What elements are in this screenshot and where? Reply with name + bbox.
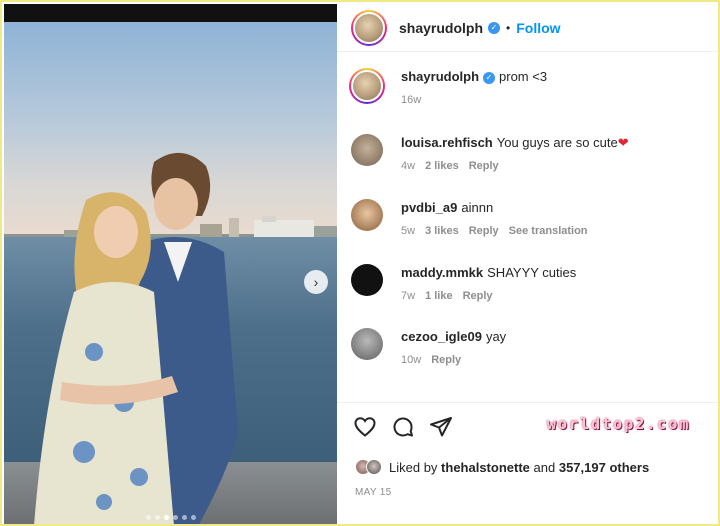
- carousel-dot: [172, 515, 178, 520]
- reply-button[interactable]: Reply: [431, 354, 461, 366]
- comment-row: maddy.mmkk SHAYYY cuties 7w 1 like Reply: [351, 264, 576, 302]
- comment-username[interactable]: cezoo_igle09: [401, 329, 482, 344]
- carousel-dot: [190, 515, 196, 520]
- comment-age[interactable]: 5w: [401, 225, 415, 237]
- comment-meta: 4w 2 likes Reply: [401, 160, 629, 172]
- comment-body: SHAYYY cuties: [487, 265, 577, 280]
- paper-plane-icon[interactable]: [429, 415, 453, 439]
- comment-username[interactable]: maddy.mmkk: [401, 265, 483, 280]
- comment-avatar[interactable]: [351, 264, 383, 296]
- comment-text: pvdbi_a9 ainnn: [401, 199, 588, 217]
- post-detail-panel: shayrudolph ✓ • Follow shayrudolph ✓ prom …: [337, 4, 718, 524]
- caption-avatar[interactable]: [349, 68, 385, 104]
- comment-text: maddy.mmkk SHAYYY cuties: [401, 264, 576, 282]
- comment-body: ainnn: [461, 200, 494, 215]
- comment-avatar[interactable]: [351, 134, 383, 166]
- comment-body: yay: [485, 329, 507, 344]
- comment-meta: 7w 1 like Reply: [401, 290, 576, 302]
- heart-outline-icon[interactable]: [353, 415, 377, 439]
- likes-text: Liked by thehalstonette and 357,197 othe…: [389, 460, 649, 475]
- comments-list[interactable]: shayrudolph ✓ prom <3 16w louisa.rehfisch Y…: [337, 56, 718, 398]
- watermark-logo: worldtop2.com: [547, 415, 691, 433]
- dot-separator: •: [506, 20, 511, 35]
- author-avatar[interactable]: [351, 9, 387, 46]
- post-photo[interactable]: ›: [4, 4, 337, 524]
- comment-text: cezoo_igle09 yay: [401, 328, 506, 346]
- caption-meta: 16w: [401, 94, 547, 106]
- screenshot-frame: › shayrudolph ✓ • Follow shayrudolph ✓ pro…: [0, 0, 720, 526]
- caption-row: shayrudolph ✓ prom <3 16w: [349, 68, 547, 106]
- comment-body: You guys are so cute: [496, 135, 618, 150]
- likes-connector: and: [533, 459, 556, 475]
- author-username[interactable]: shayrudolph: [399, 20, 483, 36]
- comment-row: cezoo_igle09 yay 10w Reply: [351, 328, 506, 366]
- post-header: shayrudolph ✓ • Follow: [337, 4, 718, 52]
- comment-username[interactable]: louisa.rehfisch: [401, 135, 493, 150]
- liker-avatar: [366, 459, 382, 475]
- comment-age[interactable]: 10w: [401, 354, 421, 366]
- photo-scene: [4, 22, 337, 524]
- comment-meta: 5w 3 likes Reply See translation: [401, 225, 588, 237]
- see-translation-button[interactable]: See translation: [509, 225, 588, 237]
- couple-figures: [34, 152, 238, 524]
- photo-top-bar: [4, 4, 337, 22]
- comment-likes[interactable]: 3 likes: [425, 225, 459, 237]
- comment-meta: 10w Reply: [401, 354, 506, 366]
- likes-user[interactable]: thehalstonette: [441, 460, 530, 475]
- likes-summary[interactable]: Liked by thehalstonette and 357,197 othe…: [355, 459, 649, 475]
- carousel-dot: [145, 515, 151, 520]
- carousel-dots: [4, 515, 337, 520]
- verified-badge-icon: ✓: [488, 21, 501, 34]
- action-icons: [353, 415, 453, 439]
- comment-likes[interactable]: 2 likes: [425, 160, 459, 172]
- carousel-dot: [181, 515, 187, 520]
- chevron-right-icon: ›: [313, 274, 319, 290]
- reply-button[interactable]: Reply: [463, 290, 493, 302]
- comment-age[interactable]: 7w: [401, 290, 415, 302]
- carousel-dot: [154, 515, 160, 520]
- caption-text: shayrudolph ✓ prom <3: [401, 68, 547, 86]
- red-heart-emoji-icon: ❤: [617, 135, 629, 150]
- comment-row: pvdbi_a9 ainnn 5w 3 likes Reply See trans…: [351, 199, 588, 237]
- post-actions: worldtop2.com Liked by thehalstonette an…: [337, 402, 718, 524]
- comment-avatar[interactable]: [351, 328, 383, 360]
- reply-button[interactable]: Reply: [469, 225, 499, 237]
- comment-text: louisa.rehfisch You guys are so cute❤: [401, 134, 629, 152]
- comment-likes[interactable]: 1 like: [425, 290, 453, 302]
- likes-others[interactable]: 357,197 others: [559, 460, 649, 475]
- carousel-next-button[interactable]: ›: [304, 270, 328, 294]
- comment-username[interactable]: pvdbi_a9: [401, 200, 457, 215]
- follow-button[interactable]: Follow: [516, 20, 560, 36]
- comment-avatar[interactable]: [351, 199, 383, 231]
- post-date: MAY 15: [355, 487, 392, 498]
- caption-body: prom <3: [499, 69, 548, 84]
- verified-badge-icon: ✓: [483, 71, 496, 84]
- comment-age[interactable]: 4w: [401, 160, 415, 172]
- caption-age[interactable]: 16w: [401, 94, 421, 106]
- caption-username[interactable]: shayrudolph: [401, 69, 479, 84]
- carousel-dot: [163, 515, 169, 520]
- reply-button[interactable]: Reply: [469, 160, 499, 172]
- comment-row: louisa.rehfisch You guys are so cute❤ 4w …: [351, 134, 629, 172]
- speech-bubble-icon[interactable]: [391, 415, 415, 439]
- likes-prefix: Liked by: [389, 459, 438, 475]
